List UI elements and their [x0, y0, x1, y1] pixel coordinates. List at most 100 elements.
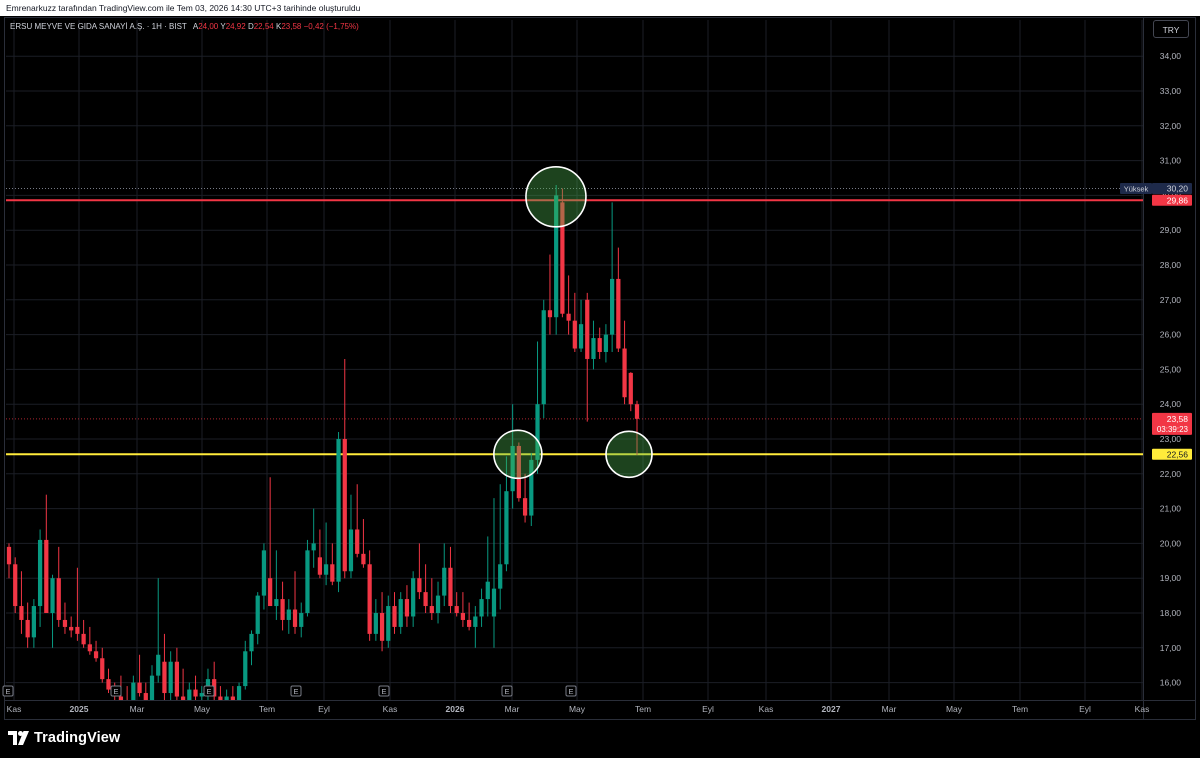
earnings-marker-label: E	[206, 687, 211, 696]
earnings-marker: E	[378, 685, 390, 697]
candle-body	[491, 588, 497, 617]
candle-body	[330, 564, 335, 582]
earnings-marker-label: E	[113, 687, 118, 696]
candle-body	[622, 348, 627, 398]
candle-body	[323, 564, 329, 575]
candle-body	[367, 564, 372, 634]
price-tick-label: 16,00	[1160, 678, 1182, 688]
price-tick-label: 23,00	[1160, 434, 1182, 444]
last-price-badge-text: 23,58	[1167, 414, 1189, 424]
change-value: −0,42 (−1,75%)	[303, 22, 359, 31]
earnings-marker: E	[110, 685, 122, 697]
time-axis-label: May	[569, 704, 586, 714]
price-tick-label: 26,00	[1160, 330, 1182, 340]
low-value: 22,54	[253, 22, 274, 31]
candle-body	[268, 578, 273, 607]
earnings-marker-label: E	[504, 687, 509, 696]
earnings-marker: E	[203, 685, 215, 697]
candle-body	[168, 661, 173, 694]
candle-body	[56, 578, 61, 620]
price-tick-label: 18,00	[1160, 608, 1182, 618]
time-axis-label: May	[946, 704, 963, 714]
time-axis-label: Eyl	[702, 704, 714, 714]
candle-body	[261, 550, 267, 596]
price-chart[interactable]: E E E E E E E 16,00 17,00 18,00 19,00 20,00 21,00 22…	[0, 0, 1200, 720]
price-tick-label: 28,00	[1160, 260, 1182, 270]
candle-body	[249, 633, 254, 652]
time-axis-label: May	[194, 704, 211, 714]
last-price-countdown-text: 03:39:23	[1157, 425, 1189, 434]
candle-body	[417, 578, 422, 593]
price-tick-label: 27,00	[1160, 295, 1182, 305]
earnings-marker: E	[565, 685, 577, 697]
candle-body	[255, 595, 260, 634]
candle-body	[143, 693, 148, 700]
candle-body	[100, 658, 105, 680]
candle-body	[442, 567, 447, 596]
candle-body	[93, 651, 99, 659]
time-axis-label: Kas	[759, 704, 774, 714]
earnings-marker-label: E	[293, 687, 298, 696]
candle-body	[336, 439, 341, 582]
candle-body	[31, 606, 36, 638]
candle-body	[404, 599, 410, 617]
symbol-legend[interactable]: ERSU MEYVE VE GIDA SANAYİ A.Ş. · 1H · BI…	[10, 22, 359, 31]
candle-body	[199, 693, 204, 697]
candle-body	[454, 606, 459, 613]
tradingview-logo[interactable]: TradingView	[8, 728, 120, 748]
time-axis-label: Kas	[7, 704, 22, 714]
candle-body	[299, 613, 304, 627]
candle-body	[180, 696, 186, 700]
candle-body	[174, 661, 179, 697]
candle-body	[423, 592, 428, 607]
candle-body	[50, 578, 55, 613]
time-axis-label: Tem	[1012, 704, 1028, 714]
price-tick-label: 20,00	[1160, 538, 1182, 548]
price-tick-label: 24,00	[1160, 399, 1182, 409]
candle-body	[274, 599, 279, 607]
earnings-marker: E	[290, 685, 302, 697]
price-tick-label: 31,00	[1160, 156, 1182, 166]
time-axis-label: Tem	[635, 704, 651, 714]
earnings-marker-label: E	[381, 687, 386, 696]
candle-body	[13, 564, 18, 607]
close-value: 23,58	[281, 22, 302, 31]
price-tick-label: 33,00	[1160, 86, 1182, 96]
candle-body	[156, 654, 161, 676]
candle-body	[634, 404, 640, 419]
candles-layer	[6, 184, 640, 700]
candle-body	[243, 651, 248, 687]
candle-body	[162, 661, 167, 694]
candle-body	[75, 626, 80, 634]
candle-body	[429, 606, 434, 613]
footer-bar	[0, 720, 1200, 758]
candle-body	[37, 539, 43, 607]
time-axis-label: 2027	[822, 704, 841, 714]
high-value: 24,92	[225, 22, 246, 31]
time-axis-label: Tem	[259, 704, 275, 714]
highlight-circle	[493, 429, 543, 480]
candle-body	[591, 338, 596, 359]
price-tick-label: 32,00	[1160, 121, 1182, 131]
price-tick-label: 19,00	[1160, 573, 1182, 583]
time-axis-label: Kas	[1135, 704, 1150, 714]
candle-body	[585, 299, 590, 359]
candle-body	[597, 338, 602, 352]
candle-body	[610, 278, 615, 335]
candle-body	[348, 529, 354, 572]
candle-body	[386, 606, 391, 641]
candle-body	[361, 553, 366, 565]
support-price-badge-text: 22,56	[1167, 449, 1189, 459]
candle-body	[106, 679, 111, 690]
candle-body	[479, 599, 484, 617]
candle-body	[25, 619, 30, 638]
price-tick-label: 22,00	[1160, 469, 1182, 479]
candle-body	[411, 578, 416, 617]
earnings-marker: E	[2, 685, 14, 697]
candle-body	[62, 619, 68, 627]
currency-button[interactable]: TRY	[1153, 20, 1189, 38]
candle-body	[460, 613, 466, 620]
candle-body	[603, 334, 609, 352]
candle-body	[292, 609, 298, 627]
candle-body	[280, 599, 285, 620]
